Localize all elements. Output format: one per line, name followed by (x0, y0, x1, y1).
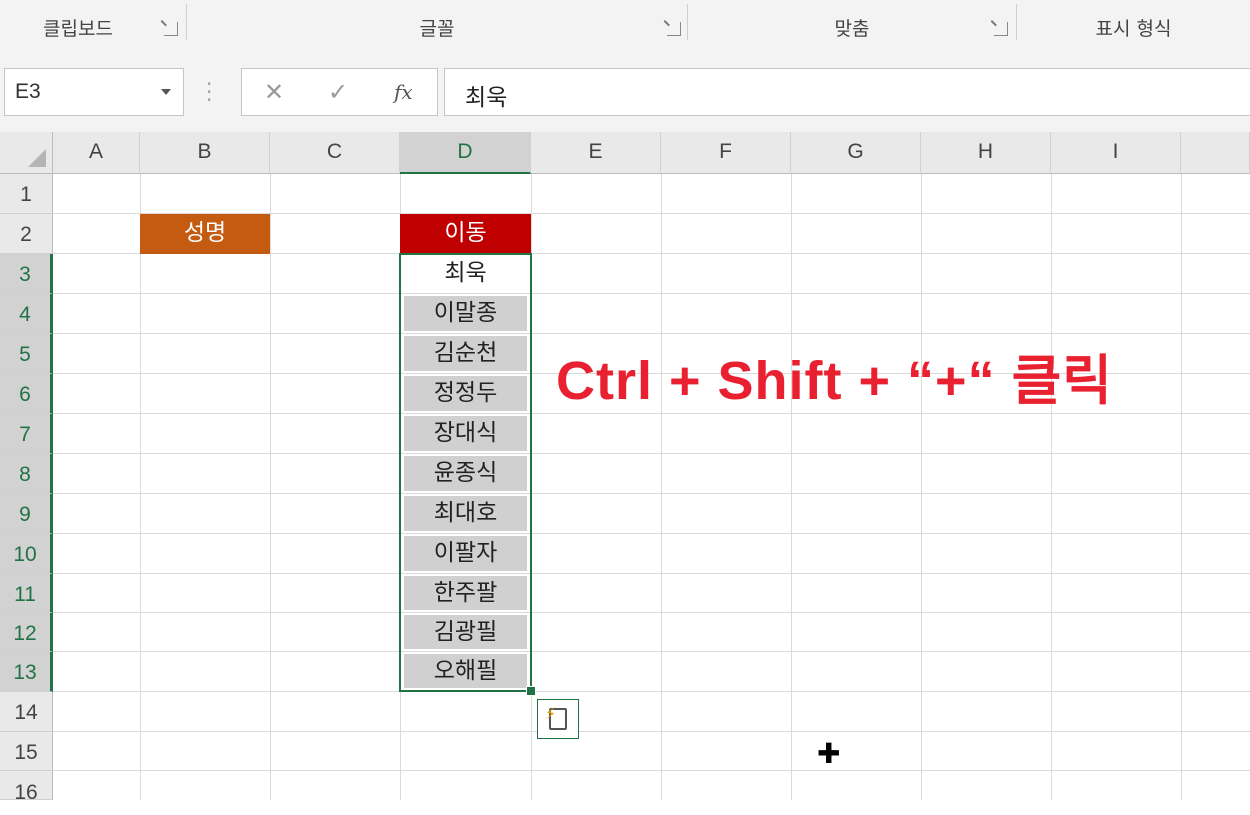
instruction-annotation: Ctrl + Shift + “+“ 클릭 (556, 351, 1113, 411)
row-header-16[interactable]: 16 (0, 771, 53, 804)
chevron-down-icon[interactable] (161, 89, 171, 95)
row-header-14[interactable]: 14 (0, 692, 53, 732)
column-header-i[interactable]: I (1051, 132, 1181, 174)
name-box[interactable]: E3 (4, 68, 184, 116)
cancel-icon[interactable]: ✕ (264, 78, 284, 106)
column-header-c[interactable]: C (270, 132, 400, 174)
row-header-7[interactable]: 7 (0, 414, 53, 454)
enter-icon[interactable]: ✓ (328, 78, 348, 106)
cell-d2[interactable]: 이동 (400, 214, 531, 254)
column-header-d[interactable]: D (400, 132, 531, 174)
dialog-launcher-icon[interactable] (164, 22, 178, 36)
ribbon-group-alignment: 맞춤 (688, 0, 1016, 48)
row-header-8[interactable]: 8 (0, 454, 53, 494)
name-box-value: E3 (15, 80, 41, 103)
row-header-15[interactable]: 15 (0, 732, 53, 771)
row-header-13[interactable]: 13 (0, 652, 53, 692)
drag-handle-icon[interactable]: · · · (206, 74, 212, 110)
ribbon-group-label: 글꼴 (419, 18, 455, 40)
row-header-4[interactable]: 4 (0, 294, 53, 334)
lightning-icon: ⚡ (545, 704, 557, 723)
row-header-2[interactable]: 2 (0, 214, 53, 254)
column-header-f[interactable]: F (661, 132, 791, 174)
quick-analysis-button[interactable]: ⚡ (537, 699, 579, 739)
cell-b2[interactable]: 성명 (140, 214, 270, 254)
column-header-a[interactable]: A (53, 132, 140, 174)
formula-buttons: ✕ ✓ fx (241, 68, 438, 116)
ribbon-group-label: 맞춤 (834, 18, 870, 40)
formula-input[interactable]: 최욱 (444, 68, 1250, 116)
column-header-j[interactable]: J (1181, 132, 1250, 174)
column-header-b[interactable]: B (140, 132, 270, 174)
cell-cursor-icon: ✚ (817, 737, 841, 770)
ribbon-group-label: 클립보드 (43, 18, 113, 40)
dialog-launcher-icon[interactable] (994, 22, 1008, 36)
select-all-button[interactable] (0, 132, 53, 174)
ribbon-group-number: 표시 형식 (1017, 0, 1250, 48)
row-header-3[interactable]: 3 (0, 254, 53, 294)
ribbon-group-label: 표시 형식 (1095, 18, 1172, 40)
row-header-11[interactable]: 11 (0, 574, 53, 613)
row-header-6[interactable]: 6 (0, 374, 53, 414)
ribbon-group-labels: 클립보드 글꼴 맞춤 표시 형식 (0, 0, 1250, 49)
fill-handle[interactable] (526, 686, 536, 696)
insert-function-icon[interactable]: fx (394, 80, 413, 104)
row-header-5[interactable]: 5 (0, 334, 53, 374)
row-header-12[interactable]: 12 (0, 613, 53, 652)
column-header-g[interactable]: G (791, 132, 921, 174)
dialog-launcher-icon[interactable] (667, 22, 681, 36)
row-header-9[interactable]: 9 (0, 494, 53, 534)
ribbon-group-clipboard: 클립보드 (0, 0, 186, 48)
formula-value: 최욱 (465, 85, 508, 111)
column-header-e[interactable]: E (531, 132, 661, 174)
select-all-icon (28, 149, 46, 167)
column-header-h[interactable]: H (921, 132, 1051, 174)
selection-range (399, 253, 532, 692)
row-header-10[interactable]: 10 (0, 534, 53, 574)
ribbon-group-font: 글꼴 (187, 0, 687, 48)
row-header-1[interactable]: 1 (0, 174, 53, 214)
